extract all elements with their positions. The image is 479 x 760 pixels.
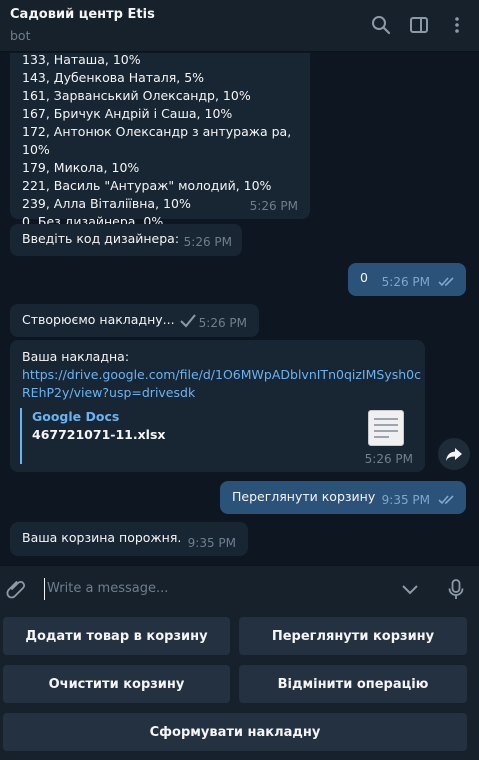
invoice-link[interactable]: https://drive.google.com/file/d/1O6MWpAD… bbox=[22, 366, 421, 384]
message-text: Переглянути корзину bbox=[232, 489, 376, 504]
chevron-down-icon[interactable] bbox=[398, 577, 422, 601]
paperclip-icon[interactable] bbox=[4, 577, 28, 601]
message-invoice: Ваша накладна: https://drive.google.com/… bbox=[10, 340, 425, 472]
view-cart-button[interactable]: Переглянути корзину bbox=[239, 617, 467, 655]
message-outgoing-view-cart: Переглянути корзину 9:35 PM bbox=[220, 481, 466, 514]
message-enter-code: Введіть код дизайнера: 5:26 PM bbox=[10, 224, 242, 256]
search-icon[interactable] bbox=[370, 14, 392, 36]
double-check-icon bbox=[438, 495, 456, 505]
designer-line: 133, Наташа, 10% bbox=[22, 53, 141, 67]
message-text: 0 bbox=[360, 270, 368, 285]
designer-line: 172, Антонюк Олександр з антуража ра, 10… bbox=[22, 124, 292, 157]
message-creating-invoice: Створюємо накладну... 5:26 PM bbox=[10, 304, 259, 337]
message-outgoing-zero: 0 5:26 PM bbox=[348, 263, 466, 296]
microphone-icon[interactable] bbox=[444, 577, 468, 601]
message-time: 5:26 PM bbox=[183, 235, 232, 249]
chat-header: Садовий центр Etis bot bbox=[0, 0, 479, 52]
message-text: Ваша накладна: bbox=[22, 349, 130, 364]
designer-line: 167, Бричук Андрій і Саша, 10% bbox=[22, 106, 233, 121]
document-thumbnail bbox=[368, 410, 404, 446]
bot-keyboard: Додати товар в корзину Переглянути корзи… bbox=[0, 610, 479, 760]
create-invoice-button[interactable]: Сформувати накладну bbox=[3, 713, 467, 751]
message-time: 9:35 PM bbox=[187, 536, 236, 550]
link-preview[interactable]: Google Docs 467721071-11.xlsx bbox=[20, 408, 404, 464]
designer-line: 221, Василь "Антураж" молодий, 10% bbox=[22, 178, 272, 193]
message-input[interactable]: Write a message... bbox=[44, 578, 374, 600]
check-mark-icon bbox=[179, 313, 197, 328]
designer-line: 161, Зарванський Олександр, 10% bbox=[22, 88, 251, 103]
preview-file-name: 467721071-11.xlsx bbox=[32, 427, 166, 442]
message-time: 5:26 PM bbox=[381, 275, 430, 289]
clear-cart-button[interactable]: Очистити корзину bbox=[3, 665, 230, 703]
designer-line: 179, Микола, 10% bbox=[22, 160, 140, 175]
message-list[interactable]: 133, Наташа, 10% 143, Дубенкова Наталя, … bbox=[0, 53, 479, 565]
sidebar-toggle-icon[interactable] bbox=[408, 14, 430, 36]
preview-site-name: Google Docs bbox=[32, 409, 120, 424]
message-cart-empty: Ваша корзина порожня. 9:35 PM bbox=[10, 522, 248, 556]
cancel-operation-button[interactable]: Відмінити операцію bbox=[239, 665, 467, 703]
message-text: Створюємо накладну... bbox=[22, 312, 175, 327]
message-designers-list: 133, Наташа, 10% 143, Дубенкова Наталя, … bbox=[10, 53, 310, 229]
message-text: Введіть код дизайнера: bbox=[22, 231, 180, 246]
designer-line: 143, Дубенкова Наталя, 5% bbox=[22, 70, 205, 85]
add-to-cart-button[interactable]: Додати товар в корзину bbox=[3, 617, 230, 655]
message-time: 5:26 PM bbox=[364, 452, 413, 466]
message-text: Ваша корзина порожня. bbox=[22, 530, 182, 545]
more-vertical-icon[interactable] bbox=[446, 14, 468, 36]
message-composer: Write a message... bbox=[0, 565, 479, 610]
message-time: 5:26 PM bbox=[249, 199, 298, 213]
message-time: 9:35 PM bbox=[381, 493, 430, 507]
invoice-link-continued[interactable]: REhP2y/view?usp=drivesdk bbox=[22, 384, 413, 402]
chat-subtitle: bot bbox=[10, 28, 31, 43]
message-time: 5:26 PM bbox=[198, 316, 247, 330]
chat-title[interactable]: Садовий центр Etis bbox=[10, 7, 155, 22]
double-check-icon bbox=[438, 277, 456, 287]
forward-icon[interactable] bbox=[438, 438, 470, 470]
